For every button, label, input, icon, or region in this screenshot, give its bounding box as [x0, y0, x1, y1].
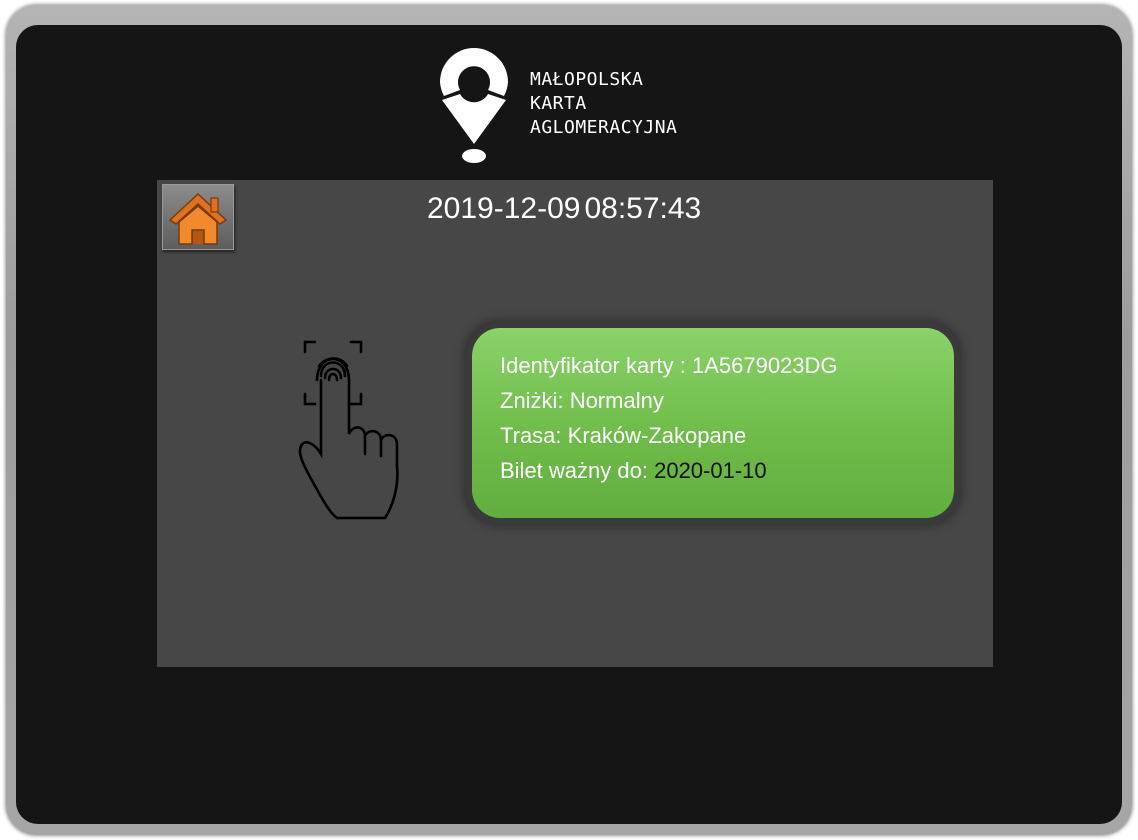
- logo-line-1: MAŁOPOLSKA: [530, 69, 644, 90]
- logo-pin-icon: [440, 48, 508, 163]
- card-id-row: Identyfikator karty : 1A5679023DG: [500, 348, 954, 383]
- time-text: 08:57:43: [584, 192, 702, 225]
- card-info-box: Identyfikator karty : 1A5679023DG Zniżki…: [472, 328, 954, 518]
- valid-until-label: Bilet ważny do:: [500, 458, 648, 483]
- date-text: 2019-12-09: [427, 192, 581, 225]
- datetime-display: 2019-12-09 08:57:43: [427, 191, 701, 227]
- valid-until-value: 2020-01-10: [654, 458, 767, 483]
- home-icon: [168, 192, 228, 245]
- route-row: Trasa: Kraków-Zakopane: [500, 418, 954, 453]
- card-id-value: 1A5679023DG: [691, 353, 838, 378]
- logo: MAŁOPOLSKA KARTA AGLOMERACYJNA: [438, 46, 728, 164]
- fingerprint-touch-icon: [298, 340, 399, 520]
- logo-line-2: KARTA: [530, 93, 587, 114]
- home-button[interactable]: [162, 184, 234, 250]
- valid-until-row: Bilet ważny do: 2020-01-10: [500, 453, 954, 488]
- logo-line-3: AGLOMERACYJNA: [530, 117, 678, 138]
- logo-text: MAŁOPOLSKA KARTA AGLOMERACYJNA: [530, 68, 677, 140]
- discount-label: Zniżki:: [500, 388, 564, 413]
- route-value: Kraków-Zakopane: [567, 423, 747, 448]
- discount-row: Zniżki: Normalny: [500, 383, 954, 418]
- discount-value: Normalny: [569, 388, 664, 413]
- route-label: Trasa:: [500, 423, 562, 448]
- main-panel: 2019-12-09 08:57:43 Identyfikator karty :…: [157, 180, 993, 667]
- card-id-label: Identyfikator karty :: [500, 353, 686, 378]
